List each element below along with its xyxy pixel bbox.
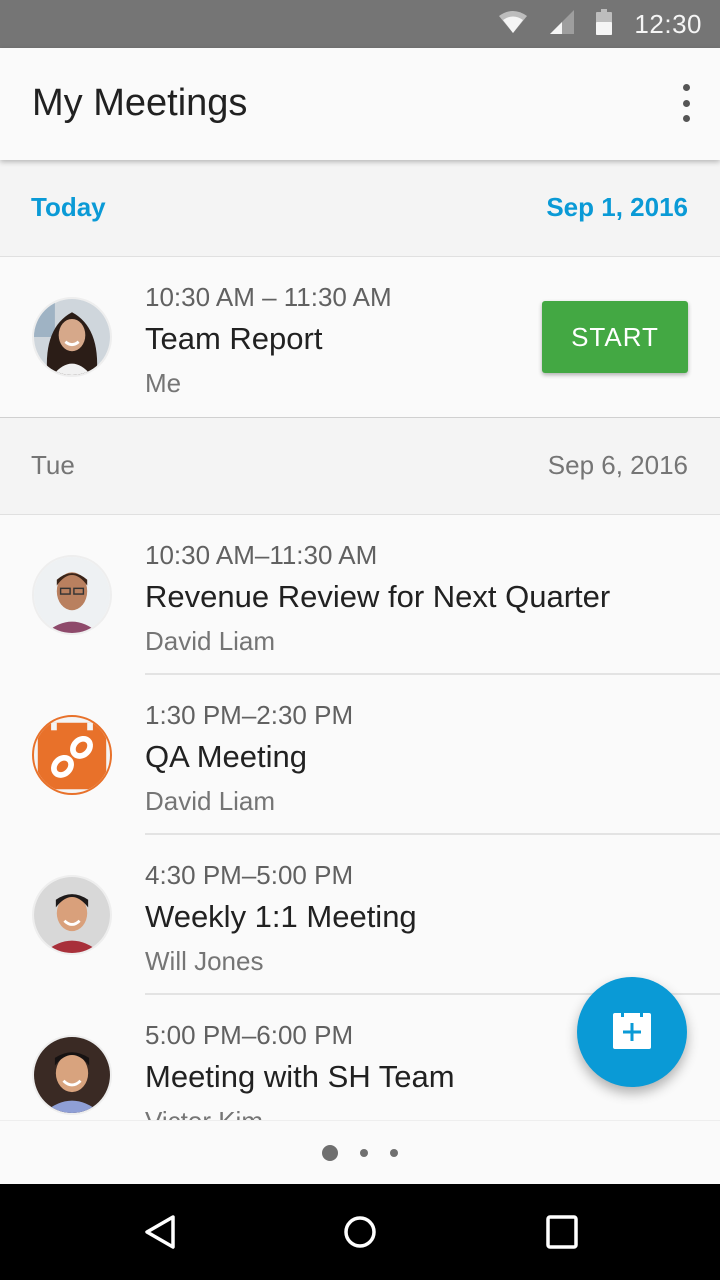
meeting-title: Weekly 1:1 Meeting [145, 899, 417, 934]
back-icon [145, 1215, 175, 1249]
navigation-bar [0, 1184, 720, 1280]
page-indicator [0, 1120, 720, 1184]
section-day: Tue [31, 450, 75, 480]
page-dot[interactable] [390, 1148, 398, 1157]
avatar [32, 297, 112, 377]
section-date: Sep 6, 2016 [547, 450, 688, 480]
avatar [32, 1035, 112, 1115]
meeting-item[interactable]: 10:30 AM–11:30 AM Revenue Review for Nex… [0, 515, 720, 675]
meeting-time: 1:30 PM–2:30 PM [145, 700, 354, 730]
back-button[interactable] [136, 1208, 184, 1256]
home-icon [344, 1216, 376, 1248]
today-card: 10:30 AM – 11:30 AM Team Report Me START [0, 256, 720, 418]
meeting-item[interactable]: 1:30 PM–2:30 PM QA Meeting David Liam [0, 675, 720, 835]
meeting-list[interactable]: Today Sep 1, 2016 10:30 AM – 11:30 AM Te… [0, 160, 720, 1120]
section-day: Today [31, 192, 106, 222]
wifi-icon [498, 10, 528, 39]
meeting-item[interactable]: 4:30 PM–5:00 PM Weekly 1:1 Meeting Will … [0, 835, 720, 995]
section-date: Sep 1, 2016 [546, 192, 688, 222]
battery-icon [596, 8, 613, 40]
home-button[interactable] [336, 1208, 384, 1256]
recents-button[interactable] [538, 1208, 586, 1256]
start-button[interactable]: START [542, 301, 688, 373]
meeting-title: QA Meeting [145, 739, 307, 774]
meeting-time: 4:30 PM–5:00 PM [145, 860, 354, 890]
avatar [32, 875, 112, 955]
meeting-host: David Liam [145, 626, 276, 656]
cell-signal-icon [550, 9, 575, 39]
calendar-link-icon [32, 715, 112, 795]
app-bar: My Meetings [0, 48, 720, 160]
page-dot[interactable] [360, 1148, 368, 1157]
add-meeting-button[interactable] [577, 977, 687, 1087]
more-vert-icon[interactable] [666, 78, 706, 128]
meeting-time: 10:30 AM–11:30 AM [145, 540, 378, 570]
clock: 12:30 [634, 8, 702, 39]
section-header-tue: Tue Sep 6, 2016 [0, 418, 720, 514]
status-bar: 12:30 [0, 0, 720, 48]
page-title: My Meetings [32, 82, 248, 124]
section-header-today: Today Sep 1, 2016 [0, 160, 720, 256]
recents-icon [546, 1215, 578, 1249]
meeting-host: David Liam [145, 786, 276, 816]
meeting-title: Revenue Review for Next Quarter [145, 579, 611, 614]
meeting-item[interactable]: 10:30 AM – 11:30 AM Team Report Me START [0, 257, 720, 417]
page-dot-active[interactable] [322, 1144, 338, 1161]
calendar-add-icon [612, 1010, 652, 1055]
avatar [32, 555, 112, 635]
meeting-host: Will Jones [145, 946, 264, 976]
meeting-host: Victor Kim [145, 1099, 700, 1120]
